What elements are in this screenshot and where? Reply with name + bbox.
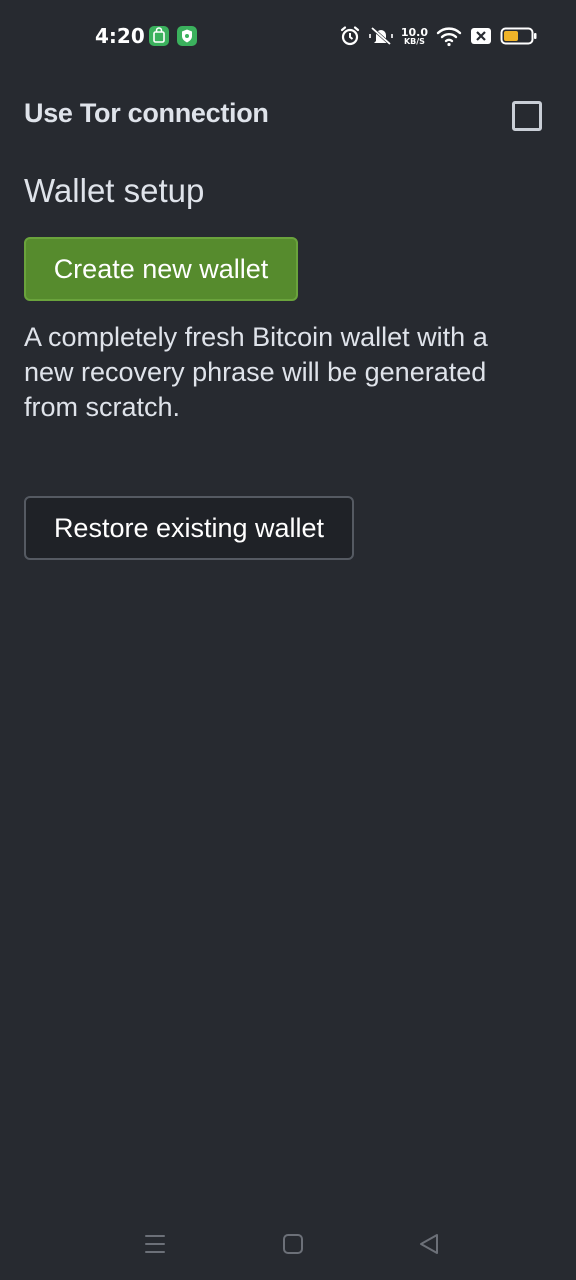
- navigation-bar: [0, 1215, 576, 1275]
- status-bar: 4:20 10.0 KB/S: [0, 0, 576, 72]
- back-icon[interactable]: [417, 1231, 441, 1257]
- restore-wallet-button-label: Restore existing wallet: [53, 512, 325, 543]
- wallet-setup-title: Wallet setup: [24, 172, 205, 209]
- network-speed: 10.0 KB/S: [401, 27, 428, 46]
- network-speed-unit: KB/S: [403, 36, 425, 46]
- alarm-icon: [340, 26, 359, 46]
- create-wallet-description: A completely fresh Bitcoin wallet with a…: [24, 322, 488, 422]
- battery-icon: [500, 27, 537, 45]
- status-time: 4:20: [95, 24, 145, 48]
- create-wallet-button[interactable]: Create new wallet: [24, 237, 298, 301]
- create-wallet-button-label: Create new wallet: [53, 253, 269, 284]
- home-icon[interactable]: [281, 1231, 305, 1257]
- tor-connection-label: Use Tor connection: [24, 98, 269, 128]
- restore-wallet-button[interactable]: Restore existing wallet: [24, 496, 354, 560]
- status-icons: 10.0 KB/S: [339, 22, 538, 50]
- menu-icon[interactable]: [143, 1231, 167, 1257]
- wifi-icon: [436, 27, 462, 47]
- network-speed-value: 10.0: [400, 25, 428, 39]
- no-sim-icon: [471, 28, 491, 44]
- screen: 4:20 10.0 KB/S Use Tor connection Wallet…: [0, 0, 576, 1280]
- vibrate-mute-icon: [369, 26, 393, 46]
- tor-connection-checkbox[interactable]: [512, 101, 542, 131]
- shield-icon: [177, 26, 197, 46]
- shopping-bag-icon: [149, 26, 169, 46]
